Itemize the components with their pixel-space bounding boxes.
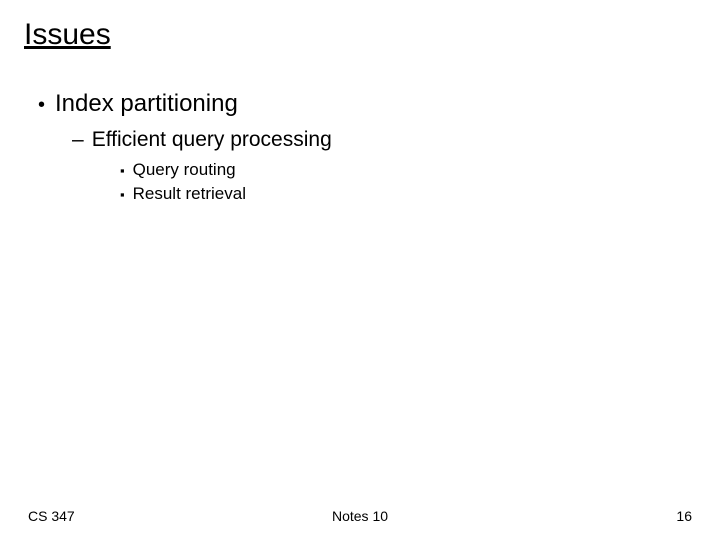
bullet-marker-disc: • xyxy=(38,93,45,117)
slide-container: Issues • Index partitioning – Efficient … xyxy=(0,0,720,540)
bullet-text: Index partitioning xyxy=(55,90,238,118)
bullet-level-2: – Efficient query processing xyxy=(72,128,696,152)
footer-left: CS 347 xyxy=(28,508,75,524)
bullet-marker-square: ▪ xyxy=(120,187,125,202)
bullet-marker-square: ▪ xyxy=(120,163,125,178)
bullet-level-3: ▪ Result retrieval xyxy=(120,184,696,204)
slide-title: Issues xyxy=(24,18,696,52)
bullet-text: Query routing xyxy=(133,160,236,180)
bullet-text: Efficient query processing xyxy=(92,128,332,152)
bullet-level-1: • Index partitioning xyxy=(38,90,696,118)
footer-right: 16 xyxy=(676,508,692,524)
bullet-text: Result retrieval xyxy=(133,184,246,204)
bullet-level-3: ▪ Query routing xyxy=(120,160,696,180)
slide-footer: CS 347 Notes 10 16 xyxy=(0,508,720,524)
bullet-marker-dash: – xyxy=(72,128,84,152)
footer-center: Notes 10 xyxy=(332,508,388,524)
